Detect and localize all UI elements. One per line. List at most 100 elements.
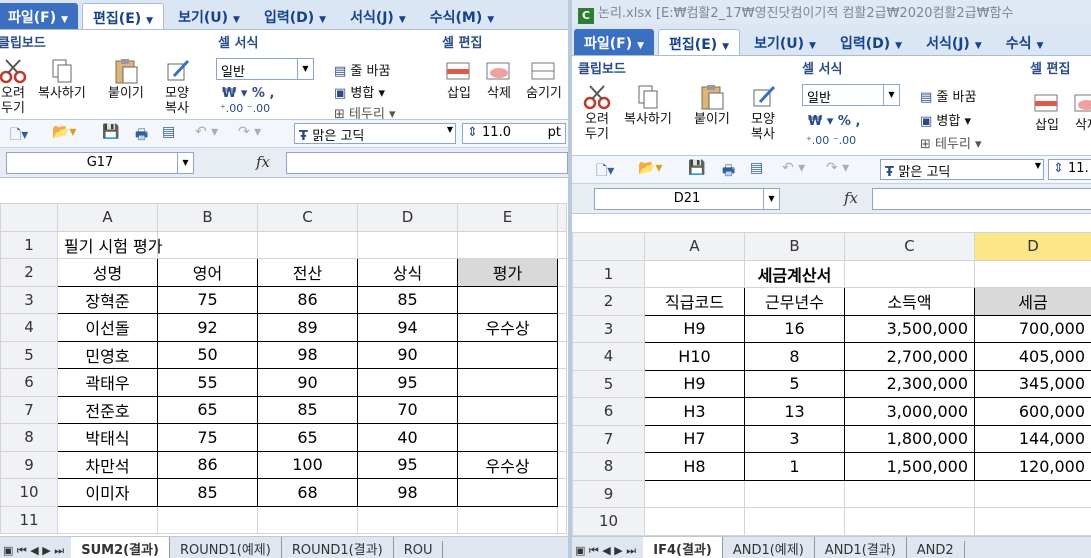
cell-B10[interactable]: [744, 507, 845, 536]
sheet-tab-3[interactable]: ROU: [394, 541, 444, 558]
select-all-corner[interactable]: [572, 232, 645, 261]
name-box[interactable]: D21 ▼: [594, 188, 780, 210]
cell-B9[interactable]: [744, 479, 845, 508]
print-preview-icon[interactable]: ▤: [162, 124, 175, 140]
cell-E4[interactable]: 우수상: [457, 313, 558, 342]
wrap-text-button[interactable]: ▤ 줄 바꿈: [334, 60, 390, 79]
open-folder-icon[interactable]: 📂▾: [638, 160, 662, 176]
menu-item-2[interactable]: 보기(U) ▼: [168, 3, 250, 29]
sheet-tab-1[interactable]: ROUND1(예제): [170, 537, 282, 558]
cell-C8[interactable]: 65: [257, 423, 358, 452]
column-header-D[interactable]: D: [357, 203, 458, 232]
cell-E2[interactable]: 평가: [457, 258, 558, 287]
format-painter-button[interactable]: 모양 복사: [748, 84, 778, 142]
row-header[interactable]: 7: [0, 395, 58, 424]
cell-A4[interactable]: H10: [644, 342, 745, 371]
decimal-buttons[interactable]: ⁺.00 ⁻.00: [220, 102, 270, 115]
cell-D4[interactable]: 405,000: [974, 342, 1091, 371]
redo-icon[interactable]: ↷ ▾: [826, 160, 849, 176]
sheet-tab-1[interactable]: AND1(예제): [723, 537, 815, 558]
row-header[interactable]: 10: [572, 507, 645, 536]
open-folder-icon[interactable]: 📂▾: [52, 124, 76, 140]
column-header-extra[interactable]: [557, 203, 567, 232]
cell-E5[interactable]: [457, 340, 558, 369]
function-icon[interactable]: fx: [844, 189, 858, 207]
cell-E8[interactable]: [457, 423, 558, 452]
column-header-D[interactable]: D: [974, 232, 1091, 261]
column-header-A[interactable]: A: [57, 203, 158, 232]
row-header[interactable]: 4: [0, 313, 58, 342]
row-header[interactable]: 5: [572, 369, 645, 398]
sheet-tab-0[interactable]: IF4(결과): [643, 537, 723, 558]
cell-A1[interactable]: 필기 시험 평가: [57, 230, 163, 259]
cell-C4[interactable]: 89: [257, 313, 358, 342]
cell-C3[interactable]: 3,500,000: [844, 314, 975, 343]
cell-A7[interactable]: 전준호: [57, 395, 158, 424]
cell-A8[interactable]: H8: [644, 452, 745, 481]
print-icon[interactable]: 🖶: [722, 160, 735, 183]
cell-extra[interactable]: [557, 450, 567, 479]
cell-D1[interactable]: [357, 230, 458, 259]
cell-D1[interactable]: [974, 259, 1091, 288]
tab-nav-first-icon[interactable]: ▣ ⏮ ◀ ▶ ⏭: [0, 542, 67, 558]
column-header-A[interactable]: A: [644, 232, 745, 261]
cell-B1[interactable]: 세금계산서: [744, 259, 845, 288]
currency-format-button[interactable]: ₩ ▾ % ,: [808, 114, 860, 129]
cell-D10[interactable]: [974, 507, 1091, 536]
row-header[interactable]: 8: [572, 452, 645, 481]
cell-B8[interactable]: 1: [744, 452, 845, 481]
cell-B5[interactable]: 5: [744, 369, 845, 398]
cell-A5[interactable]: H9: [644, 369, 745, 398]
cell-E7[interactable]: [457, 395, 558, 424]
cell-B1[interactable]: [157, 230, 258, 259]
cell-extra[interactable]: [557, 230, 567, 259]
print-preview-icon[interactable]: ▤: [750, 160, 763, 176]
cell-B8[interactable]: 75: [157, 423, 258, 452]
cell-A8[interactable]: 박태식: [57, 423, 158, 452]
cell-E1[interactable]: [457, 230, 558, 259]
row-header[interactable]: 3: [572, 314, 645, 343]
decimal-buttons[interactable]: ⁺.00 ⁻.00: [806, 134, 856, 147]
save-icon[interactable]: 💾: [102, 124, 119, 140]
formula-input[interactable]: [872, 188, 1091, 210]
cell-extra[interactable]: [557, 368, 567, 397]
cell-B9[interactable]: 86: [157, 450, 258, 479]
wrap-text-button[interactable]: ▤ 줄 바꿈: [920, 86, 976, 105]
cell-A9[interactable]: [644, 479, 745, 508]
cell-A6[interactable]: 곽태우: [57, 368, 158, 397]
font-name-select[interactable]: Ŧ 맑은 고딕 ▼: [294, 123, 456, 144]
column-header-C[interactable]: C: [844, 232, 975, 261]
row-header[interactable]: 8: [0, 423, 58, 452]
row-header[interactable]: 9: [572, 479, 645, 508]
row-header[interactable]: 6: [0, 368, 58, 397]
font-size-input[interactable]: ⇕ 11.0 pt: [462, 123, 566, 144]
cell-D4[interactable]: 94: [357, 313, 458, 342]
cell-extra[interactable]: [557, 505, 567, 534]
cell-C7[interactable]: 85: [257, 395, 358, 424]
cell-D10[interactable]: 98: [357, 478, 458, 507]
row-header[interactable]: 7: [572, 424, 645, 453]
sheet-tab-2[interactable]: ROUND1(결과): [282, 537, 394, 558]
row-header[interactable]: 6: [572, 397, 645, 426]
cell-D8[interactable]: 40: [357, 423, 458, 452]
cell-extra[interactable]: [557, 285, 567, 314]
insert-button[interactable]: 삽입: [1032, 90, 1062, 133]
cell-A3[interactable]: 장혁준: [57, 285, 158, 314]
cell-extra[interactable]: [557, 478, 567, 507]
font-name-select[interactable]: Ŧ 맑은 고딕 ▼: [880, 159, 1044, 180]
save-icon[interactable]: 💾: [688, 160, 705, 176]
cell-C4[interactable]: 2,700,000: [844, 342, 975, 371]
row-header[interactable]: 2: [572, 287, 645, 316]
cell-A6[interactable]: H3: [644, 397, 745, 426]
cell-D9[interactable]: [974, 479, 1091, 508]
cell-E6[interactable]: [457, 368, 558, 397]
cell-C3[interactable]: 86: [257, 285, 358, 314]
menu-item-3[interactable]: 입력(D) ▼: [254, 3, 336, 29]
cell-C6[interactable]: 90: [257, 368, 358, 397]
cell-D5[interactable]: 90: [357, 340, 458, 369]
cell-D2[interactable]: 상식: [357, 258, 458, 287]
menu-item-4[interactable]: 서식(J) ▼: [916, 29, 992, 55]
menu-item-0[interactable]: 파일(F) ▼: [0, 3, 79, 29]
cell-B7[interactable]: 65: [157, 395, 258, 424]
cell-D2[interactable]: 세금: [974, 287, 1091, 316]
